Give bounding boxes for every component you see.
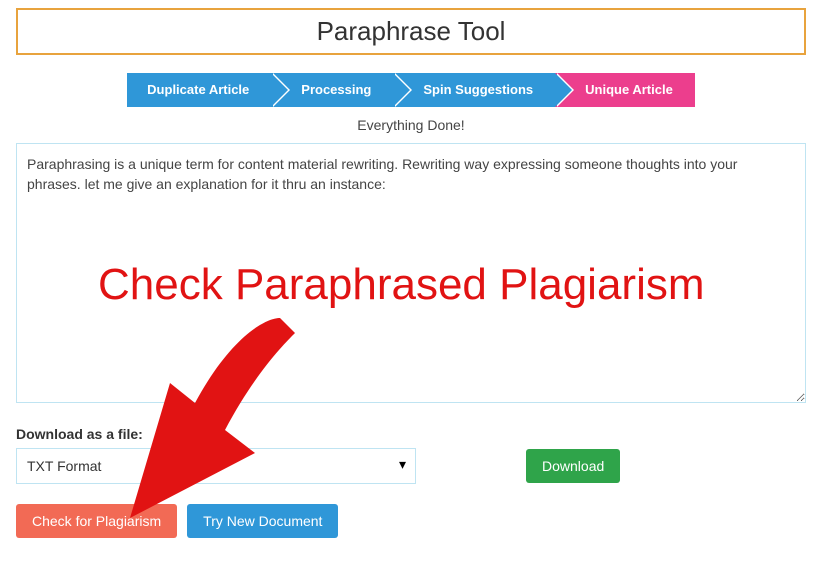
output-textarea[interactable] <box>16 143 806 403</box>
try-new-document-button[interactable]: Try New Document <box>187 504 338 538</box>
check-plagiarism-button[interactable]: Check for Plagiarism <box>16 504 177 538</box>
download-button[interactable]: Download <box>526 449 620 483</box>
download-label: Download as a file: <box>16 426 806 442</box>
progress-steps: Duplicate Article Processing Spin Sugges… <box>16 73 806 107</box>
format-select[interactable]: TXT Format <box>16 448 416 484</box>
step-duplicate-article: Duplicate Article <box>127 73 271 107</box>
step-spin-suggestions: Spin Suggestions <box>393 73 555 107</box>
page-title: Paraphrase Tool <box>16 8 806 55</box>
step-unique-article: Unique Article <box>555 73 695 107</box>
status-text: Everything Done! <box>16 117 806 133</box>
